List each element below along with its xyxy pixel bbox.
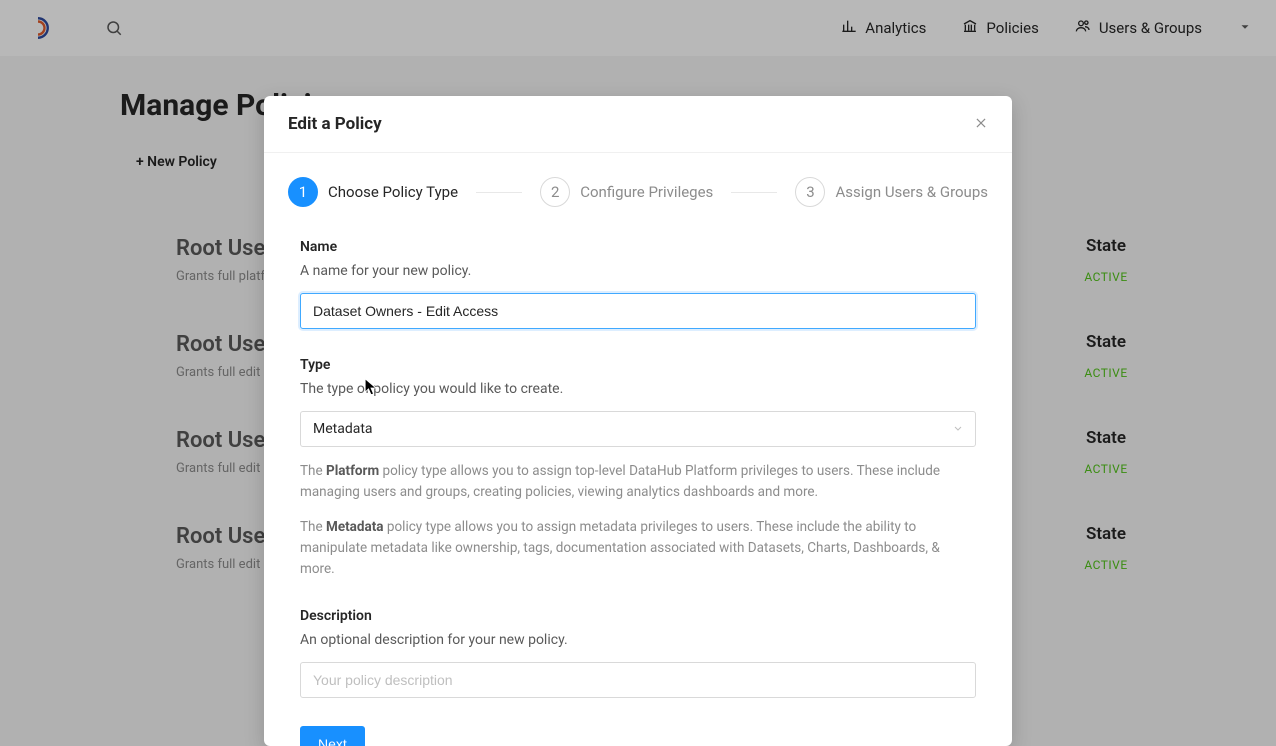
type-label: Type [300, 357, 976, 373]
modal-body: 1 Choose Policy Type 2 Configure Privile… [264, 153, 1012, 746]
close-icon[interactable] [974, 115, 988, 134]
modal-title: Edit a Policy [288, 114, 382, 134]
platform-type-note: The Platform policy type allows you to a… [300, 461, 976, 503]
step-configure-privileges[interactable]: 2 Configure Privileges [540, 177, 713, 207]
step-label: Configure Privileges [580, 183, 713, 201]
edit-policy-modal: Edit a Policy 1 Choose Policy Type 2 Con… [264, 96, 1012, 746]
metadata-type-note: The Metadata policy type allows you to a… [300, 517, 976, 580]
description-section: Description An optional description for … [288, 608, 988, 698]
type-section: Type The type of policy you would like t… [288, 357, 988, 580]
policy-type-selected: Metadata [313, 421, 373, 437]
modal-overlay[interactable]: Edit a Policy 1 Choose Policy Type 2 Con… [0, 0, 1276, 746]
name-label: Name [300, 239, 976, 255]
step-number: 2 [540, 177, 570, 207]
policy-description-input[interactable] [300, 662, 976, 698]
policy-name-input[interactable] [300, 293, 976, 329]
modal-header: Edit a Policy [264, 96, 1012, 153]
step-choose-type[interactable]: 1 Choose Policy Type [288, 177, 458, 207]
type-help: The type of policy you would like to cre… [300, 381, 976, 397]
step-number: 3 [795, 177, 825, 207]
step-assign-users[interactable]: 3 Assign Users & Groups [795, 177, 988, 207]
description-label: Description [300, 608, 976, 624]
policy-type-select[interactable]: Metadata [300, 411, 976, 447]
name-help: A name for your new policy. [300, 263, 976, 279]
step-number: 1 [288, 177, 318, 207]
wizard-steps: 1 Choose Policy Type 2 Configure Privile… [288, 177, 988, 207]
step-label: Assign Users & Groups [835, 183, 988, 201]
description-help: An optional description for your new pol… [300, 632, 976, 648]
name-section: Name A name for your new policy. [288, 239, 988, 329]
step-connector [476, 192, 522, 193]
step-label: Choose Policy Type [328, 183, 458, 201]
next-button[interactable]: Next [300, 726, 365, 746]
step-connector [731, 192, 777, 193]
